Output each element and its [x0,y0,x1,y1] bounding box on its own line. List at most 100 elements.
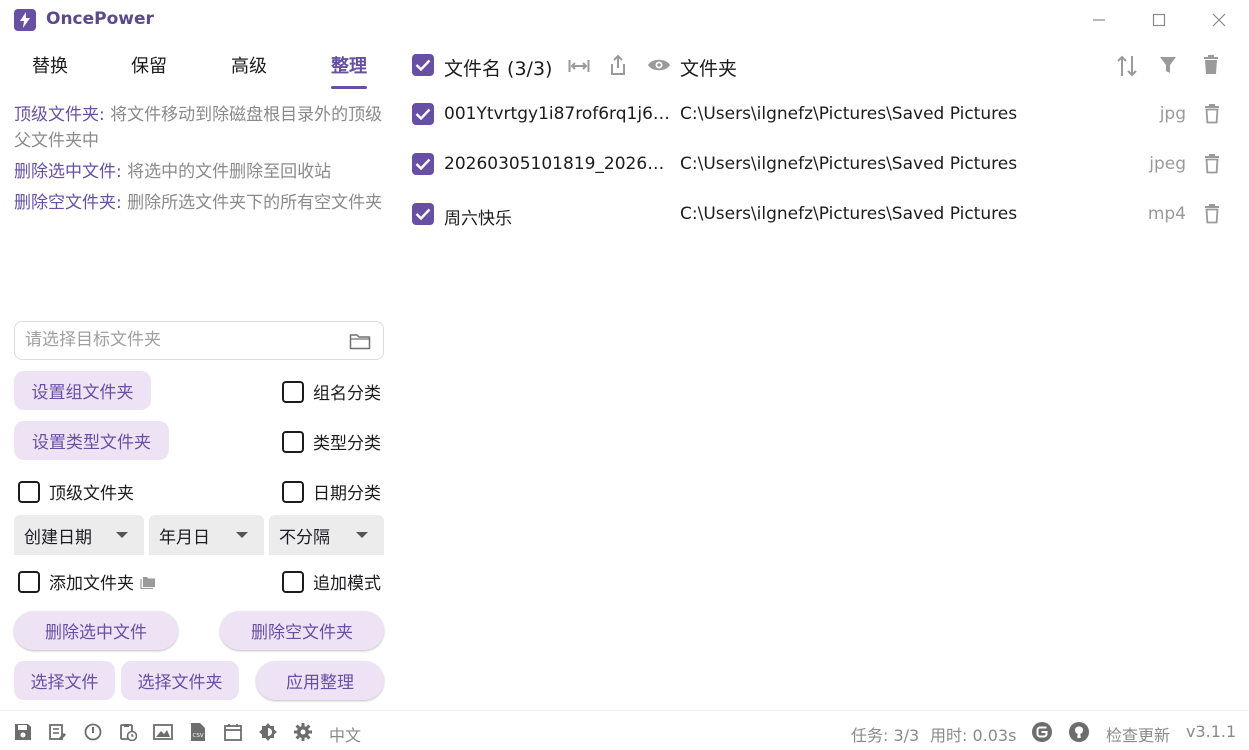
file-name: 周六快乐 [444,209,512,229]
group-classify-option[interactable]: 组名分类 [282,379,381,404]
date-format-select[interactable]: 年月日 [149,515,264,555]
description-key: 删除选中文件: [14,162,122,182]
minimize-button[interactable] [1084,6,1114,34]
set-type-folder-button[interactable]: 设置类型文件夹 [14,421,169,460]
date-format-value: 年月日 [159,527,210,548]
app-logo-icon [14,9,36,31]
power-icon[interactable] [83,722,103,742]
group-classify-checkbox[interactable] [282,380,304,403]
settings-gear-icon[interactable] [293,722,313,742]
file-checkbox[interactable] [412,103,434,125]
type-classify-checkbox[interactable] [282,430,304,453]
app-title: OncePower [46,9,154,29]
tab-keep[interactable]: 保留 [131,52,167,78]
description-text: 删除所选文件夹下的所有空文件夹 [121,193,383,213]
dropdown-arrow-icon [236,532,248,538]
add-folder-label: 添加文件夹 [49,574,134,594]
append-mode-checkbox[interactable] [282,570,304,593]
description-key: 删除空文件夹: [14,193,122,213]
preview-eye-icon[interactable] [646,55,672,75]
file-path: C:\Users\ilgnefz\Pictures\Saved Pictures [680,104,1018,124]
gitee-icon[interactable] [1031,721,1053,743]
svg-text:CSV: CSV [193,733,204,739]
top-folder-checkbox[interactable] [18,480,40,503]
date-type-select[interactable]: 创建日期 [14,515,144,555]
check-update-link[interactable]: 检查更新 [1106,722,1170,746]
file-name: 001Ytvrtgy1i87rof6rq1j62b... [444,104,674,124]
file-list-header: 文件名 (3/3) 文件夹 [412,50,1232,84]
clear-all-delete-icon[interactable] [1201,54,1221,76]
type-classify-option[interactable]: 类型分类 [282,429,381,454]
top-folder-label: 顶级文件夹 [49,484,134,504]
delete-empty-folders-button[interactable]: 删除空文件夹 [220,611,384,650]
add-folder-checkbox[interactable] [18,570,40,593]
select-files-button[interactable]: 选择文件 [14,661,115,700]
file-path: C:\Users\ilgnefz\Pictures\Saved Pictures [680,154,1018,174]
target-folder-input[interactable] [25,330,345,350]
description-top-folder: 顶级文件夹: 将文件移动到除磁盘根目录外的顶级父文件夹中 [14,102,386,154]
add-folder-option[interactable]: 添加文件夹 [18,569,156,594]
date-classify-label: 日期分类 [313,484,381,504]
type-classify-label: 类型分类 [313,434,381,454]
description-text: 将选中的文件删除至回收站 [121,162,332,182]
file-path: C:\Users\ilgnefz\Pictures\Saved Pictures [680,204,1018,224]
image-icon[interactable] [153,722,173,742]
top-folder-option[interactable]: 顶级文件夹 [18,479,134,504]
group-classify-label: 组名分类 [313,384,381,404]
file-name: 20260305101819_2026030... [444,154,674,174]
task-count: 任务: 3/3 [851,726,920,745]
set-group-folder-button[interactable]: 设置组文件夹 [14,371,151,410]
delete-selected-files-button[interactable]: 删除选中文件 [14,611,178,650]
file-checkbox[interactable] [412,153,434,175]
append-mode-option[interactable]: 追加模式 [282,569,381,594]
tab-indicator [331,86,367,89]
date-classify-option[interactable]: 日期分类 [282,479,381,504]
file-extension: jpg [1159,104,1186,124]
folder-column-header: 文件夹 [680,58,738,80]
close-button[interactable] [1204,6,1234,34]
calendar-icon[interactable] [223,722,243,742]
file-checkbox[interactable] [412,203,434,225]
delete-row-icon[interactable] [1204,154,1220,178]
date-classify-checkbox[interactable] [282,480,304,503]
tab-bar: 替换 保留 高级 整理 [0,44,400,90]
file-row[interactable]: 001Ytvrtgy1i87rof6rq1j62b... C:\Users\il… [412,99,1232,133]
delete-row-icon[interactable] [1204,104,1220,128]
clipboard-clock-icon[interactable] [118,722,138,742]
select-folder-button[interactable]: 选择文件夹 [121,661,239,700]
description-delete-selected: 删除选中文件: 将选中的文件删除至回收站 [14,159,386,185]
file-row[interactable]: 20260305101819_2026030... C:\Users\ilgne… [412,149,1232,183]
file-extension: jpeg [1149,154,1186,174]
file-row[interactable]: 周六快乐 C:\Users\ilgnefz\Pictures\Saved Pic… [412,199,1232,233]
dropdown-arrow-icon [116,532,128,538]
folders-icon [140,575,156,589]
status-bar: CSV 中文 任务: 3/3 用时: 0.03s 检查更新 v3.1.1 [0,710,1249,750]
append-mode-label: 追加模式 [313,574,381,594]
theme-brightness-icon[interactable] [258,722,278,742]
tab-organize[interactable]: 整理 [331,52,367,78]
maximize-button[interactable] [1144,6,1174,34]
delete-row-icon[interactable] [1204,204,1220,228]
apply-organize-button[interactable]: 应用整理 [256,661,384,700]
rename-log-icon[interactable] [48,722,68,742]
elapsed-time: 用时: 0.03s [930,726,1017,745]
title-bar: OncePower [0,0,1249,40]
separator-select[interactable]: 不分隔 [269,515,384,555]
column-width-icon[interactable] [567,56,591,76]
tab-advanced[interactable]: 高级 [231,52,267,78]
file-count-label: 文件名 (3/3) [444,58,553,80]
language-switch[interactable]: 中文 [329,722,361,746]
folder-icon[interactable] [349,332,371,350]
save-icon[interactable] [13,722,33,742]
tab-replace[interactable]: 替换 [32,52,68,78]
select-all-checkbox[interactable] [412,54,434,76]
target-folder-field [14,321,384,360]
file-extension: mp4 [1147,204,1186,224]
description-delete-empty: 删除空文件夹: 删除所选文件夹下的所有空文件夹 [14,190,386,216]
export-icon[interactable] [608,53,628,77]
filter-icon[interactable] [1158,55,1178,75]
sort-icon[interactable] [1115,53,1139,79]
date-type-value: 创建日期 [24,527,92,548]
csv-file-icon[interactable]: CSV [188,722,208,742]
github-icon[interactable] [1068,721,1090,743]
